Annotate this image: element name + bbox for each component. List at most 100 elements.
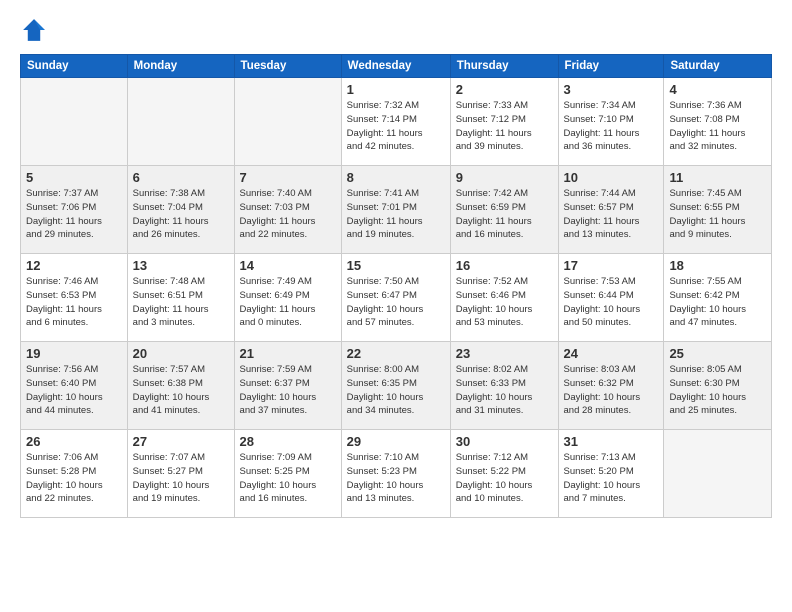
calendar-cell [127, 78, 234, 166]
day-info: Sunrise: 7:10 AM Sunset: 5:23 PM Dayligh… [347, 451, 445, 506]
day-info: Sunrise: 7:56 AM Sunset: 6:40 PM Dayligh… [26, 363, 122, 418]
calendar-cell: 17Sunrise: 7:53 AM Sunset: 6:44 PM Dayli… [558, 254, 664, 342]
day-info: Sunrise: 7:59 AM Sunset: 6:37 PM Dayligh… [240, 363, 336, 418]
calendar-cell [664, 430, 772, 518]
day-number: 19 [26, 346, 122, 361]
calendar-cell: 30 Sunrise: 7:12 AM Sunset: 5:22 PM Dayli… [450, 430, 558, 518]
day-info: Sunrise: 7:41 AM Sunset: 7:01 PM Dayligh… [347, 187, 445, 242]
calendar-week-row: 5 Sunrise: 7:37 AM Sunset: 7:06 PM Daylig… [21, 166, 772, 254]
day-number: 2 [456, 82, 553, 97]
weekday-header-row: SundayMondayTuesdayWednesdayThursdayFrid… [21, 55, 772, 78]
day-number: 23 [456, 346, 553, 361]
day-number: 14 [240, 258, 336, 273]
calendar-cell: 9 Sunrise: 7:42 AM Sunset: 6:59 PM Daylig… [450, 166, 558, 254]
day-info: Sunrise: 7:48 AM Sunset: 6:51 PM Dayligh… [133, 275, 229, 330]
calendar-cell: 23 Sunrise: 8:02 AM Sunset: 6:33 PM Dayli… [450, 342, 558, 430]
day-info: Sunrise: 7:52 AM Sunset: 6:46 PM Dayligh… [456, 275, 553, 330]
calendar-cell: 10 Sunrise: 7:44 AM Sunset: 6:57 PM Dayli… [558, 166, 664, 254]
day-info: Sunrise: 8:03 AM Sunset: 6:32 PM Dayligh… [564, 363, 659, 418]
calendar-cell: 6Sunrise: 7:38 AM Sunset: 7:04 PM Daylig… [127, 166, 234, 254]
day-number: 6 [133, 170, 229, 185]
calendar-cell: 7 Sunrise: 7:40 AM Sunset: 7:03 PM Daylig… [234, 166, 341, 254]
logo-icon [20, 16, 48, 44]
calendar-cell: 21 Sunrise: 7:59 AM Sunset: 6:37 PM Dayli… [234, 342, 341, 430]
calendar-cell: 15 Sunrise: 7:50 AM Sunset: 6:47 PM Dayli… [341, 254, 450, 342]
calendar-cell: 31 Sunrise: 7:13 AM Sunset: 5:20 PM Dayli… [558, 430, 664, 518]
day-number: 8 [347, 170, 445, 185]
day-info: Sunrise: 7:45 AM Sunset: 6:55 PM Dayligh… [669, 187, 766, 242]
day-info: Sunrise: 7:50 AM Sunset: 6:47 PM Dayligh… [347, 275, 445, 330]
calendar-cell: 25 Sunrise: 8:05 AM Sunset: 6:30 PM Dayli… [664, 342, 772, 430]
calendar-cell: 29Sunrise: 7:10 AM Sunset: 5:23 PM Dayli… [341, 430, 450, 518]
calendar-cell: 11Sunrise: 7:45 AM Sunset: 6:55 PM Dayli… [664, 166, 772, 254]
day-info: Sunrise: 7:53 AM Sunset: 6:44 PM Dayligh… [564, 275, 659, 330]
page: SundayMondayTuesdayWednesdayThursdayFrid… [0, 0, 792, 612]
calendar-cell: 18 Sunrise: 7:55 AM Sunset: 6:42 PM Dayli… [664, 254, 772, 342]
calendar-cell: 14 Sunrise: 7:49 AM Sunset: 6:49 PM Dayli… [234, 254, 341, 342]
calendar-cell: 26 Sunrise: 7:06 AM Sunset: 5:28 PM Dayli… [21, 430, 128, 518]
calendar-cell: 19 Sunrise: 7:56 AM Sunset: 6:40 PM Dayli… [21, 342, 128, 430]
day-info: Sunrise: 7:06 AM Sunset: 5:28 PM Dayligh… [26, 451, 122, 506]
calendar-cell: 16Sunrise: 7:52 AM Sunset: 6:46 PM Dayli… [450, 254, 558, 342]
day-info: Sunrise: 7:55 AM Sunset: 6:42 PM Dayligh… [669, 275, 766, 330]
day-number: 20 [133, 346, 229, 361]
calendar-cell: 5 Sunrise: 7:37 AM Sunset: 7:06 PM Daylig… [21, 166, 128, 254]
day-info: Sunrise: 7:44 AM Sunset: 6:57 PM Dayligh… [564, 187, 659, 242]
day-number: 15 [347, 258, 445, 273]
calendar-week-row: 12Sunrise: 7:46 AM Sunset: 6:53 PM Dayli… [21, 254, 772, 342]
calendar-cell: 24 Sunrise: 8:03 AM Sunset: 6:32 PM Dayli… [558, 342, 664, 430]
day-number: 5 [26, 170, 122, 185]
day-number: 27 [133, 434, 229, 449]
calendar-week-row: 19 Sunrise: 7:56 AM Sunset: 6:40 PM Dayli… [21, 342, 772, 430]
day-info: Sunrise: 7:57 AM Sunset: 6:38 PM Dayligh… [133, 363, 229, 418]
weekday-header-tuesday: Tuesday [234, 55, 341, 78]
day-number: 12 [26, 258, 122, 273]
calendar-cell: 22Sunrise: 8:00 AM Sunset: 6:35 PM Dayli… [341, 342, 450, 430]
calendar-cell [234, 78, 341, 166]
day-info: Sunrise: 7:09 AM Sunset: 5:25 PM Dayligh… [240, 451, 336, 506]
day-info: Sunrise: 8:02 AM Sunset: 6:33 PM Dayligh… [456, 363, 553, 418]
day-number: 26 [26, 434, 122, 449]
day-number: 4 [669, 82, 766, 97]
day-number: 28 [240, 434, 336, 449]
day-info: Sunrise: 7:42 AM Sunset: 6:59 PM Dayligh… [456, 187, 553, 242]
logo [20, 16, 52, 44]
calendar-cell: 27 Sunrise: 7:07 AM Sunset: 5:27 PM Dayli… [127, 430, 234, 518]
calendar-cell: 2 Sunrise: 7:33 AM Sunset: 7:12 PM Daylig… [450, 78, 558, 166]
day-number: 1 [347, 82, 445, 97]
day-number: 21 [240, 346, 336, 361]
weekday-header-wednesday: Wednesday [341, 55, 450, 78]
calendar-cell: 13Sunrise: 7:48 AM Sunset: 6:51 PM Dayli… [127, 254, 234, 342]
day-number: 9 [456, 170, 553, 185]
calendar-cell: 4 Sunrise: 7:36 AM Sunset: 7:08 PM Daylig… [664, 78, 772, 166]
day-info: Sunrise: 7:49 AM Sunset: 6:49 PM Dayligh… [240, 275, 336, 330]
day-number: 18 [669, 258, 766, 273]
day-number: 31 [564, 434, 659, 449]
day-info: Sunrise: 7:33 AM Sunset: 7:12 PM Dayligh… [456, 99, 553, 154]
weekday-header-saturday: Saturday [664, 55, 772, 78]
day-info: Sunrise: 7:13 AM Sunset: 5:20 PM Dayligh… [564, 451, 659, 506]
day-number: 25 [669, 346, 766, 361]
day-number: 10 [564, 170, 659, 185]
day-number: 7 [240, 170, 336, 185]
day-info: Sunrise: 8:05 AM Sunset: 6:30 PM Dayligh… [669, 363, 766, 418]
day-number: 30 [456, 434, 553, 449]
day-number: 24 [564, 346, 659, 361]
day-info: Sunrise: 7:12 AM Sunset: 5:22 PM Dayligh… [456, 451, 553, 506]
weekday-header-friday: Friday [558, 55, 664, 78]
day-info: Sunrise: 7:07 AM Sunset: 5:27 PM Dayligh… [133, 451, 229, 506]
weekday-header-thursday: Thursday [450, 55, 558, 78]
calendar-cell: 28 Sunrise: 7:09 AM Sunset: 5:25 PM Dayli… [234, 430, 341, 518]
calendar-cell [21, 78, 128, 166]
calendar-cell: 20 Sunrise: 7:57 AM Sunset: 6:38 PM Dayli… [127, 342, 234, 430]
day-info: Sunrise: 7:37 AM Sunset: 7:06 PM Dayligh… [26, 187, 122, 242]
day-info: Sunrise: 7:36 AM Sunset: 7:08 PM Dayligh… [669, 99, 766, 154]
day-info: Sunrise: 7:32 AM Sunset: 7:14 PM Dayligh… [347, 99, 445, 154]
day-number: 3 [564, 82, 659, 97]
calendar-cell: 8 Sunrise: 7:41 AM Sunset: 7:01 PM Daylig… [341, 166, 450, 254]
weekday-header-sunday: Sunday [21, 55, 128, 78]
calendar-cell: 12Sunrise: 7:46 AM Sunset: 6:53 PM Dayli… [21, 254, 128, 342]
header [20, 16, 772, 44]
weekday-header-monday: Monday [127, 55, 234, 78]
day-info: Sunrise: 7:40 AM Sunset: 7:03 PM Dayligh… [240, 187, 336, 242]
